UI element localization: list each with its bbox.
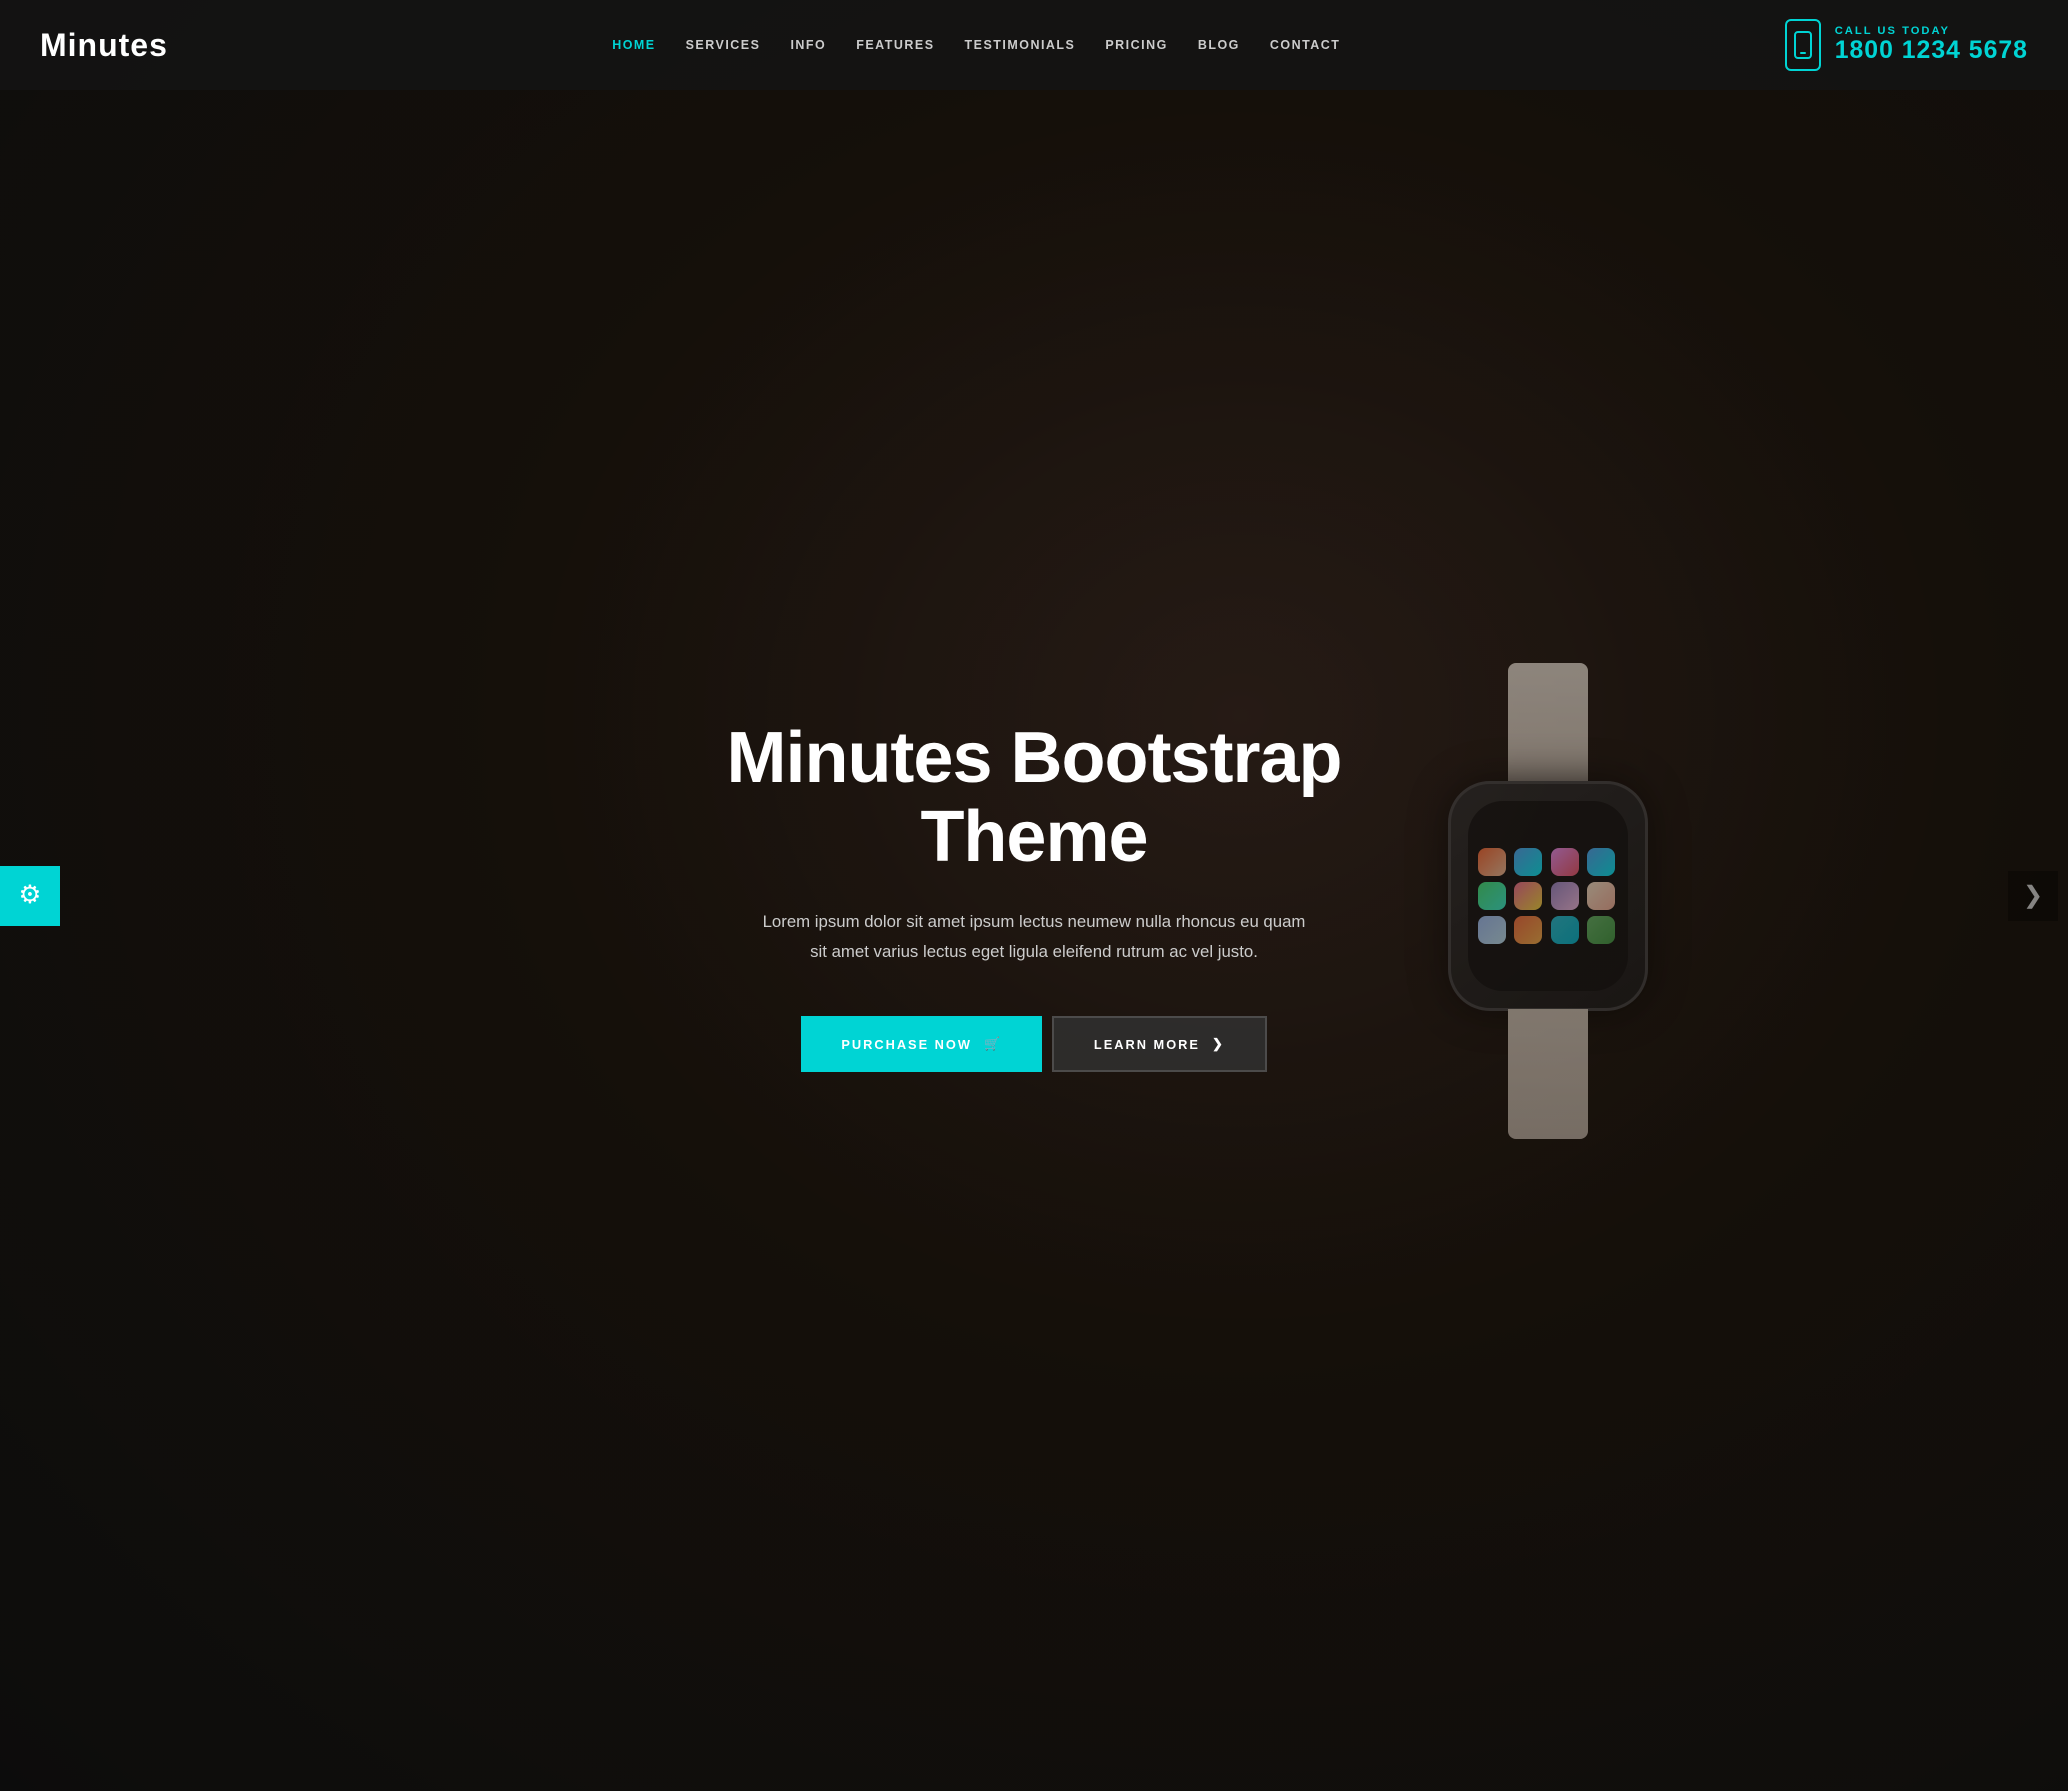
nav-item-blog: BLOG xyxy=(1198,36,1240,54)
main-nav: HOME SERVICES INFO FEATURES TESTIMONIALS… xyxy=(612,36,1340,54)
chevron-right-icon: ❯ xyxy=(1212,1036,1225,1052)
cart-icon: 🛒 xyxy=(984,1036,1002,1052)
nav-item-services: SERVICES xyxy=(686,36,761,54)
nav-link-blog[interactable]: BLOG xyxy=(1198,38,1240,52)
contact-info: CALL US TODAY 1800 1234 5678 xyxy=(1835,25,2028,65)
hero-subtitle: Lorem ipsum dolor sit amet ipsum lectus … xyxy=(754,907,1314,966)
app-icon-9 xyxy=(1478,916,1506,944)
watch-band-bottom xyxy=(1508,1009,1588,1139)
app-icon-2 xyxy=(1514,848,1542,876)
app-icon-5 xyxy=(1478,882,1506,910)
app-icon-12 xyxy=(1587,916,1615,944)
gear-icon: ⚙ xyxy=(19,883,42,909)
app-icon-6 xyxy=(1514,882,1542,910)
nav-item-contact: CONTACT xyxy=(1270,36,1341,54)
header: Minutes HOME SERVICES INFO FEATURES TEST… xyxy=(0,0,2068,90)
app-icon-8 xyxy=(1587,882,1615,910)
nav-item-testimonials: TESTIMONIALS xyxy=(965,36,1076,54)
purchase-label: PURCHASE NOW xyxy=(841,1037,972,1052)
nav-link-info[interactable]: INFO xyxy=(790,38,826,52)
nav-item-info: INFO xyxy=(790,36,826,54)
nav-list: HOME SERVICES INFO FEATURES TESTIMONIALS… xyxy=(612,36,1340,54)
watch-band-top xyxy=(1508,663,1588,783)
nav-link-features[interactable]: FEATURES xyxy=(856,38,934,52)
learn-more-button[interactable]: LEARN MORE ❯ xyxy=(1052,1016,1267,1072)
app-icon-11 xyxy=(1551,916,1579,944)
hero-title: Minutes Bootstrap Theme xyxy=(684,719,1384,877)
slider-arrow-right[interactable]: ❯ xyxy=(2008,871,2058,921)
nav-item-pricing: PRICING xyxy=(1105,36,1167,54)
nav-link-home[interactable]: HOME xyxy=(612,38,655,52)
nav-item-features: FEATURES xyxy=(856,36,934,54)
app-icon-10 xyxy=(1514,916,1542,944)
phone-number: 1800 1234 5678 xyxy=(1835,37,2028,65)
purchase-now-button[interactable]: PURCHASE NOW 🛒 xyxy=(801,1016,1042,1072)
nav-item-home: HOME xyxy=(612,36,655,54)
app-icon-4 xyxy=(1587,848,1615,876)
app-icon-7 xyxy=(1551,882,1579,910)
phone-icon xyxy=(1785,19,1821,71)
contact-box: CALL US TODAY 1800 1234 5678 xyxy=(1785,19,2028,71)
call-label: CALL US TODAY xyxy=(1835,25,2028,37)
nav-link-testimonials[interactable]: TESTIMONIALS xyxy=(965,38,1076,52)
watch-body xyxy=(1448,781,1648,1011)
hero-buttons: PURCHASE NOW 🛒 LEARN MORE ❯ xyxy=(684,1016,1384,1072)
nav-link-pricing[interactable]: PRICING xyxy=(1105,38,1167,52)
app-icon-3 xyxy=(1551,848,1579,876)
hero-section: ❮ ❯ Minutes Bootstrap Theme Lorem ipsum … xyxy=(0,0,2068,1791)
site-logo[interactable]: Minutes xyxy=(40,27,168,64)
app-icon-1 xyxy=(1478,848,1506,876)
settings-button[interactable]: ⚙ xyxy=(0,866,60,926)
watch-screen xyxy=(1468,801,1628,991)
nav-link-services[interactable]: SERVICES xyxy=(686,38,761,52)
nav-link-contact[interactable]: CONTACT xyxy=(1270,38,1341,52)
hero-content: Minutes Bootstrap Theme Lorem ipsum dolo… xyxy=(644,719,1424,1072)
learn-label: LEARN MORE xyxy=(1094,1037,1200,1052)
